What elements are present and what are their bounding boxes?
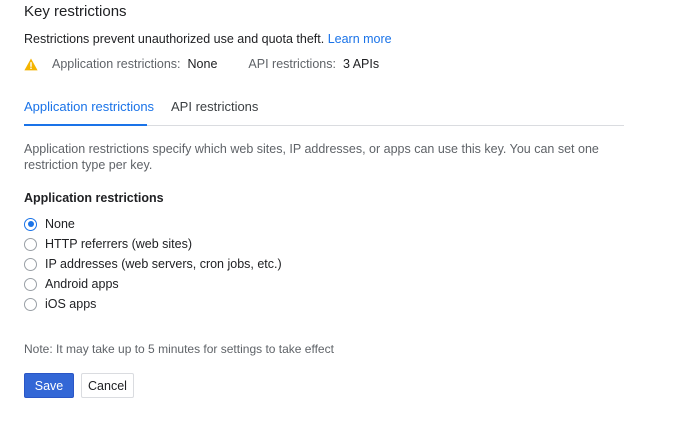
app-restrictions-summary-label: Application restrictions: bbox=[52, 57, 181, 71]
radio-option-android-apps[interactable]: Android apps bbox=[24, 274, 282, 294]
cancel-button[interactable]: Cancel bbox=[81, 373, 134, 398]
radio-label: Android apps bbox=[45, 277, 119, 291]
app-restrictions-summary-value: None bbox=[187, 57, 218, 71]
api-restrictions-summary-value: 3 APIs bbox=[342, 57, 380, 71]
radio-button[interactable] bbox=[24, 237, 37, 251]
application-restrictions-heading: Application restrictions bbox=[24, 191, 164, 205]
settings-delay-note: Note: It may take up to 5 minutes for se… bbox=[24, 342, 334, 356]
radio-option-ip-addresses[interactable]: IP addresses (web servers, cron jobs, et… bbox=[24, 254, 282, 274]
description-text: Restrictions prevent unauthorized use an… bbox=[24, 32, 325, 46]
application-restrictions-options: None HTTP referrers (web sites) IP addre… bbox=[24, 214, 282, 314]
tab-application-restrictions[interactable]: Application restrictions bbox=[24, 92, 154, 126]
radio-option-none[interactable]: None bbox=[24, 214, 282, 234]
radio-button[interactable] bbox=[24, 257, 37, 271]
radio-label: None bbox=[45, 217, 75, 231]
application-restrictions-explanation: Application restrictions specify which w… bbox=[24, 142, 599, 172]
api-restrictions-summary-label: API restrictions: bbox=[248, 57, 336, 71]
restrictions-description: Restrictions prevent unauthorized use an… bbox=[24, 32, 392, 46]
radio-label: HTTP referrers (web sites) bbox=[45, 237, 193, 251]
restrictions-summary: Application restrictions: None API restr… bbox=[24, 55, 379, 73]
save-button[interactable]: Save bbox=[24, 373, 74, 398]
section-title: Key restrictions bbox=[24, 3, 127, 20]
radio-option-http-referrers[interactable]: HTTP referrers (web sites) bbox=[24, 234, 282, 254]
radio-button[interactable] bbox=[24, 277, 37, 291]
radio-button[interactable] bbox=[24, 217, 37, 231]
radio-button[interactable] bbox=[24, 297, 37, 311]
restriction-tabs: Application restrictions API restriction… bbox=[24, 92, 624, 126]
radio-option-ios-apps[interactable]: iOS apps bbox=[24, 294, 282, 314]
tab-api-restrictions[interactable]: API restrictions bbox=[171, 92, 258, 124]
learn-more-link[interactable]: Learn more bbox=[328, 32, 392, 46]
radio-label: iOS apps bbox=[45, 297, 97, 311]
radio-label: IP addresses (web servers, cron jobs, et… bbox=[45, 257, 282, 271]
warning-icon bbox=[24, 58, 38, 71]
